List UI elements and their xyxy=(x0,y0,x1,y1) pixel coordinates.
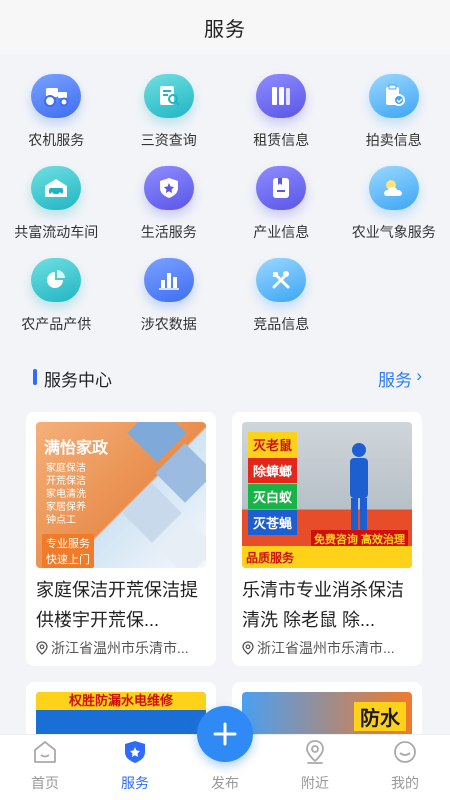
card-image-item: 家居保养 xyxy=(46,502,86,513)
service-label: 产业信息 xyxy=(253,224,310,240)
location-pin-icon xyxy=(36,641,48,655)
section-title: 服务中心 xyxy=(44,371,112,390)
plus-icon xyxy=(213,722,237,746)
pie-chart-icon xyxy=(31,258,82,302)
top-header: 服务 xyxy=(0,0,450,54)
service-card[interactable]: 满怡家政 家庭保洁 开荒保洁 家电清洗 家居保养 钟点工 专业服务 快速上门 家… xyxy=(26,412,216,666)
card-image: 满怡家政 家庭保洁 开荒保洁 家电清洗 家居保养 钟点工 专业服务 快速上门 xyxy=(36,422,206,568)
service-grid: 农机服务 三资查询 租赁信息 拍卖信息 共富流动车间 生活服务 产业信息 农业气… xyxy=(0,54,450,344)
service-item-industry[interactable]: 产业信息 xyxy=(225,160,338,252)
profile-icon xyxy=(394,741,416,763)
tab-label: 我的 xyxy=(391,775,419,791)
card-image-list: 家庭保洁 开荒保洁 家电清洗 家居保养 钟点工 xyxy=(46,462,86,527)
section-accent-bar xyxy=(33,369,37,385)
garage-icon xyxy=(31,166,82,210)
service-label: 拍卖信息 xyxy=(365,132,422,148)
tab-label: 服务 xyxy=(121,775,149,791)
service-label: 共富流动车间 xyxy=(14,224,99,240)
card-image-quality: 品质服务 xyxy=(246,551,295,565)
card-image-item: 开荒保洁 xyxy=(46,476,86,487)
tab-label: 附近 xyxy=(301,775,329,791)
card-image-tag: 灭老鼠 xyxy=(248,432,298,457)
publish-plus-button[interactable] xyxy=(197,706,253,762)
service-label: 租赁信息 xyxy=(253,132,310,148)
service-card[interactable]: 防水 xyxy=(232,682,422,734)
service-item-farm-machinery[interactable]: 农机服务 xyxy=(0,68,113,160)
card-title: 乐清市专业消杀保洁清洗 除老鼠 除... xyxy=(242,580,404,630)
service-item-produce-supply[interactable]: 农产品产供 xyxy=(0,252,113,344)
card-location-text: 浙江省温州市乐清市... xyxy=(257,640,395,656)
service-item-auction[interactable]: 拍卖信息 xyxy=(338,68,450,160)
service-label: 农业气象服务 xyxy=(351,224,436,240)
service-item-life-service[interactable]: 生活服务 xyxy=(113,160,226,252)
card-image-item: 钟点工 xyxy=(46,515,76,526)
tab-nearby[interactable]: 附近 xyxy=(270,739,360,799)
card-image-tag: 快速上门 xyxy=(42,550,94,568)
service-item-weather[interactable]: 农业气象服务 xyxy=(338,160,450,252)
service-shield-icon xyxy=(125,741,145,763)
card-location-text: 浙江省温州市乐清市... xyxy=(51,640,189,656)
card-location: 浙江省温州市乐清市... xyxy=(36,638,208,658)
bar-chart-icon xyxy=(143,258,194,302)
tools-icon xyxy=(256,258,307,302)
card-image-tag: 除蟑螂 xyxy=(248,458,298,483)
card-image: 灭老鼠 除蟑螂 灭白蚁 灭苍蝇 免费咨询 高效治理 品质服务 xyxy=(242,422,412,568)
service-item-mobile-workshop[interactable]: 共富流动车间 xyxy=(0,160,113,252)
bookmark-document-icon xyxy=(256,166,307,210)
service-label: 三资查询 xyxy=(140,132,197,148)
service-card[interactable]: 灭老鼠 除蟑螂 灭白蚁 灭苍蝇 免费咨询 高效治理 品质服务 乐清市专业消杀保洁… xyxy=(232,412,422,666)
service-label: 农产品产供 xyxy=(21,316,92,332)
worker-illustration xyxy=(350,443,368,534)
service-label: 生活服务 xyxy=(140,224,197,240)
service-item-competitor-info[interactable]: 竞品信息 xyxy=(225,252,338,344)
home-icon xyxy=(34,741,56,763)
location-pin-icon xyxy=(306,740,324,764)
card-image-item: 家电清洗 xyxy=(46,489,86,500)
card-image-banner: 权胜防漏水电维修 xyxy=(36,692,206,710)
card-image: 权胜防漏水电维修 xyxy=(36,692,206,734)
service-label: 竞品信息 xyxy=(253,316,310,332)
tab-service[interactable]: 服务 xyxy=(90,739,180,799)
search-document-icon xyxy=(143,74,194,118)
location-pin-icon xyxy=(242,641,254,655)
tab-label: 发布 xyxy=(211,775,239,791)
service-label: 涉农数据 xyxy=(140,316,197,332)
card-image-tag: 灭苍蝇 xyxy=(248,510,298,535)
tab-mine[interactable]: 我的 xyxy=(360,739,450,799)
card-image-brand: 满怡家政 xyxy=(44,440,109,457)
service-card[interactable]: 权胜防漏水电维修 xyxy=(26,682,216,734)
auction-document-icon xyxy=(368,74,419,118)
card-image-badge: 防水 xyxy=(354,702,406,731)
card-location: 浙江省温州市乐清市... xyxy=(242,638,414,658)
tab-label: 首页 xyxy=(31,775,59,791)
scroll-content[interactable]: 农机服务 三资查询 租赁信息 拍卖信息 共富流动车间 生活服务 产业信息 农业气… xyxy=(0,54,450,734)
service-center-header: 服务中心 服务 › xyxy=(0,362,450,392)
page-title: 服务 xyxy=(204,18,246,41)
tab-home[interactable]: 首页 xyxy=(0,739,90,799)
service-label: 农机服务 xyxy=(28,132,85,148)
card-image-item: 家庭保洁 xyxy=(46,463,86,474)
more-services-link[interactable]: 服务 xyxy=(378,366,412,391)
books-icon xyxy=(256,74,307,118)
card-image-tag: 灭白蚁 xyxy=(248,484,298,509)
service-item-agri-data[interactable]: 涉农数据 xyxy=(113,252,226,344)
tractor-icon xyxy=(31,74,82,118)
service-item-rental[interactable]: 租赁信息 xyxy=(225,68,338,160)
chevron-right-icon[interactable]: › xyxy=(416,366,422,386)
card-title: 家庭保洁开荒保洁提供楼宇开荒保... xyxy=(36,580,198,630)
weather-icon xyxy=(368,166,419,210)
service-item-asset-query[interactable]: 三资查询 xyxy=(113,68,226,160)
card-image: 防水 xyxy=(242,692,412,734)
shield-star-icon xyxy=(143,166,194,210)
